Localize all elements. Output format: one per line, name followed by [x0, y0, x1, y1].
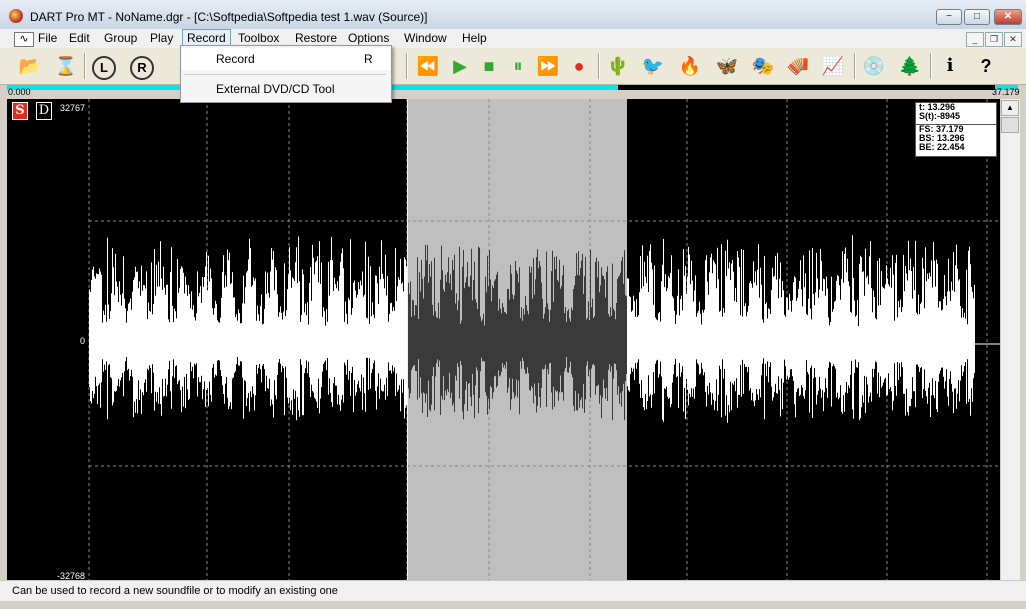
mdi-close-button[interactable]: ✕ — [1004, 32, 1022, 47]
toolbar: 📂 ⌛ L R ⏪ ▶ ■ ⏸ ⏩ ● 🌵 🐦 🔥 🦋 🎭 🪗 📈 💿 🌲 i … — [0, 48, 1026, 85]
window-title: DART Pro MT - NoName.dgr - [C:\Softpedia… — [30, 10, 428, 24]
menu-file[interactable]: File — [38, 29, 57, 48]
info-sample: S(t):-8945 — [919, 111, 961, 121]
play-icon[interactable]: ▶ — [448, 54, 472, 78]
menu-help[interactable]: Help — [462, 29, 487, 48]
dropdown-item-record-shortcut: R — [364, 52, 373, 66]
pause-icon[interactable]: ⏸ — [506, 54, 530, 78]
maximize-button[interactable]: □ — [964, 9, 990, 25]
y-max-label: 32767 — [60, 103, 86, 113]
bird-icon[interactable]: 🐦 — [641, 54, 665, 78]
menu-group[interactable]: Group — [104, 29, 137, 48]
title-bar: DART Pro MT - NoName.dgr - [C:\Softpedia… — [0, 0, 1026, 30]
waveform-plot — [88, 99, 1000, 580]
y-mid-label: 0 — [80, 336, 86, 346]
fast-forward-icon[interactable]: ⏩ — [536, 54, 560, 78]
mdi-restore-button[interactable]: ❐ — [985, 32, 1003, 47]
scroll-thumb[interactable] — [1001, 117, 1019, 133]
waveform-view[interactable]: S D 32767 0 -32768 t: 13.296 S(t):-8945 … — [7, 99, 1000, 580]
menu-bar: ∿ File Edit Group Play Record Toolbox Re… — [0, 29, 1026, 49]
app-icon[interactable] — [9, 9, 23, 23]
close-button[interactable]: ✕ — [994, 9, 1022, 25]
waveform-selected-signal — [407, 244, 627, 421]
dropdown-item-external-label: External DVD/CD Tool — [216, 82, 335, 96]
dropdown-item-external-dvd-cd-tool[interactable]: External DVD/CD Tool — [182, 78, 390, 100]
flame-icon[interactable]: 🔥 — [678, 54, 702, 78]
dropdown-separator — [184, 74, 386, 75]
channel-left-icon[interactable]: L — [92, 56, 116, 80]
scroll-up-button[interactable]: ▲ — [1001, 100, 1019, 116]
butterfly-icon[interactable]: 🦋 — [715, 54, 739, 78]
rewind-icon[interactable]: ⏪ — [416, 54, 440, 78]
mask-icon[interactable]: 🎭 — [751, 54, 775, 78]
document-icon[interactable]: ∿ — [14, 32, 34, 47]
status-bar: Can be used to record a new soundfile or… — [0, 580, 1026, 601]
mdi-minimize-button[interactable]: _ — [966, 32, 984, 47]
cactus-icon[interactable]: 🌵 — [606, 54, 630, 78]
vertical-scrollbar[interactable] — [1000, 99, 1020, 580]
dropdown-item-record-label: Record — [216, 52, 255, 66]
accordion-icon[interactable]: 🪗 — [786, 54, 810, 78]
record-icon[interactable]: ● — [567, 54, 591, 78]
info-be: BE: 22.454 — [919, 142, 965, 152]
time-end-label: 37.179 — [992, 87, 1020, 97]
position-bar-remaining — [618, 85, 995, 90]
selection-start-marker[interactable] — [407, 99, 408, 580]
status-text: Can be used to record a new soundfile or… — [12, 585, 338, 597]
menu-window[interactable]: Window — [404, 29, 447, 48]
spectrum-icon[interactable]: 📈 — [821, 54, 845, 78]
y-min-label: -32768 — [57, 571, 86, 580]
record-dropdown-menu: Record R External DVD/CD Tool — [180, 45, 392, 103]
cursor-info-box: t: 13.296 S(t):-8945 FS: 37.179 BS: 13.2… — [915, 102, 997, 157]
cd-icon[interactable]: 💿 — [862, 54, 886, 78]
info-icon[interactable]: i — [938, 54, 962, 78]
hourglass-icon[interactable]: ⌛ — [54, 54, 78, 78]
time-start-label: 0.000 — [8, 87, 31, 97]
source-toggle-button[interactable]: S — [12, 102, 28, 120]
menu-play[interactable]: Play — [150, 29, 173, 48]
destination-toggle-button[interactable]: D — [36, 102, 52, 120]
stop-icon[interactable]: ■ — [477, 54, 501, 78]
open-folder-icon[interactable]: 📂 — [18, 54, 42, 78]
channel-right-icon[interactable]: R — [130, 56, 154, 80]
dropdown-item-record[interactable]: Record R — [182, 48, 390, 70]
help-icon[interactable]: ? — [974, 54, 998, 78]
minimize-button[interactable]: − — [936, 9, 962, 25]
tree-icon[interactable]: 🌲 — [898, 54, 922, 78]
menu-edit[interactable]: Edit — [69, 29, 90, 48]
